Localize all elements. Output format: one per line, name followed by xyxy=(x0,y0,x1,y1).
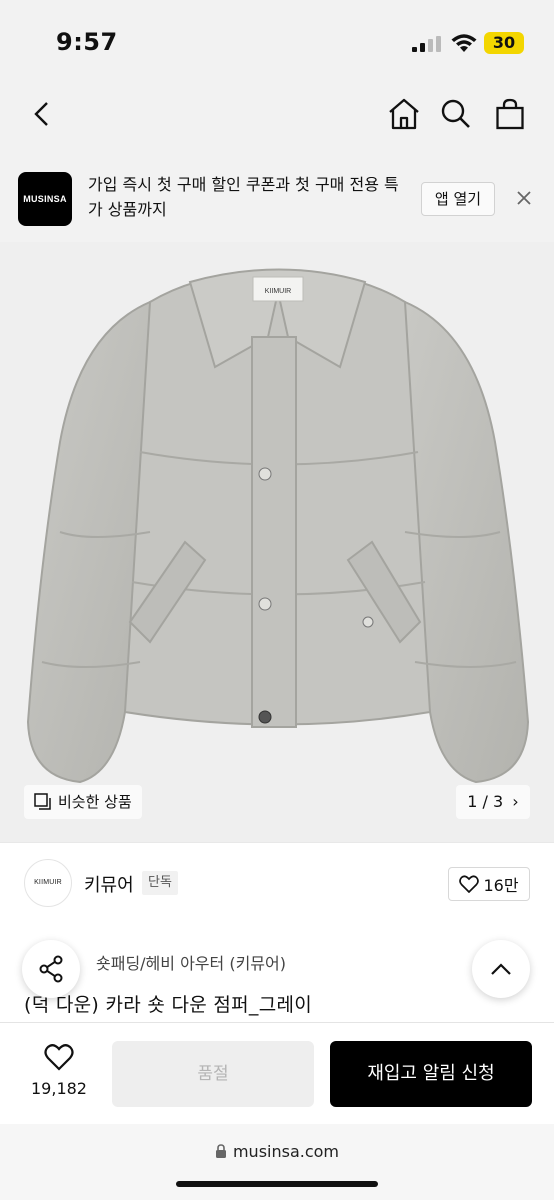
restock-alert-button[interactable]: 재입고 알림 신청 xyxy=(330,1041,532,1107)
cellular-signal-icon xyxy=(412,36,441,52)
close-icon[interactable] xyxy=(512,186,536,210)
brand-like-count: 16만 xyxy=(483,876,519,895)
pager-text: 1 / 3 xyxy=(467,792,504,811)
scroll-to-top-button[interactable] xyxy=(472,940,530,998)
status-bar: 9:57 30 xyxy=(0,0,554,86)
sold-out-button: 품절 xyxy=(112,1041,314,1107)
app-install-banner: MUSINSA 가입 즉시 첫 구매 할인 쿠폰과 첫 구매 전용 특가 상품까… xyxy=(0,150,554,242)
brand-name[interactable]: 키뮤어 xyxy=(84,871,134,897)
similar-items-icon xyxy=(34,793,51,810)
product-image[interactable]: KIIMUIR 비슷한 상품 1 / 3 › xyxy=(0,242,554,842)
share-button[interactable] xyxy=(22,940,80,998)
similar-products-button[interactable]: 비슷한 상품 xyxy=(24,785,142,819)
open-app-button[interactable]: 앱 열기 xyxy=(421,182,495,216)
home-indicator xyxy=(176,1181,378,1187)
purchase-bar: 19,182 품절 재입고 알림 신청 xyxy=(0,1022,554,1124)
nav-bar xyxy=(0,86,554,150)
url-display[interactable]: musinsa.com xyxy=(0,1142,554,1161)
browser-url-bar[interactable]: musinsa.com xyxy=(0,1124,554,1200)
image-pager[interactable]: 1 / 3 › xyxy=(456,785,530,819)
back-icon[interactable] xyxy=(22,94,62,134)
product-title: (덕 다운) 카라 숏 다운 점퍼_그레이 xyxy=(24,994,313,1016)
category-breadcrumb[interactable]: 숏패딩/헤비 아우터 (키뮤어) xyxy=(96,950,286,974)
wifi-icon xyxy=(451,34,477,52)
down-jacket-illustration: KIIMUIR xyxy=(26,268,530,784)
url-text: musinsa.com xyxy=(232,1142,340,1161)
musinsa-logo: MUSINSA xyxy=(18,172,72,226)
wishlist-count: 19,182 xyxy=(31,1079,87,1098)
brand-logo[interactable]: KIIMUIR xyxy=(24,859,72,907)
banner-message: 가입 즉시 첫 구매 할인 쿠폰과 첫 구매 전용 특가 상품까지 xyxy=(88,175,399,219)
shopping-bag-icon[interactable] xyxy=(490,94,530,134)
wishlist-button[interactable]: 19,182 xyxy=(22,1043,96,1103)
battery-indicator: 30 xyxy=(484,32,524,54)
heart-icon xyxy=(44,1044,74,1071)
home-icon[interactable] xyxy=(384,94,424,134)
brand-row: KIIMUIR 키뮤어 단독 16만 xyxy=(0,842,554,928)
exclusive-badge: 단독 xyxy=(142,871,178,895)
status-time: 9:57 xyxy=(56,28,118,56)
search-icon[interactable] xyxy=(436,94,476,134)
chevron-up-icon xyxy=(491,963,511,975)
garment-label: KIIMUIR xyxy=(265,288,291,295)
brand-like-button[interactable]: 16만 xyxy=(448,867,530,901)
chevron-right-icon: › xyxy=(512,792,519,811)
share-icon xyxy=(39,955,63,983)
similar-products-label: 비슷한 상품 xyxy=(58,793,132,811)
heart-icon xyxy=(459,875,480,893)
lock-icon xyxy=(215,1144,226,1158)
